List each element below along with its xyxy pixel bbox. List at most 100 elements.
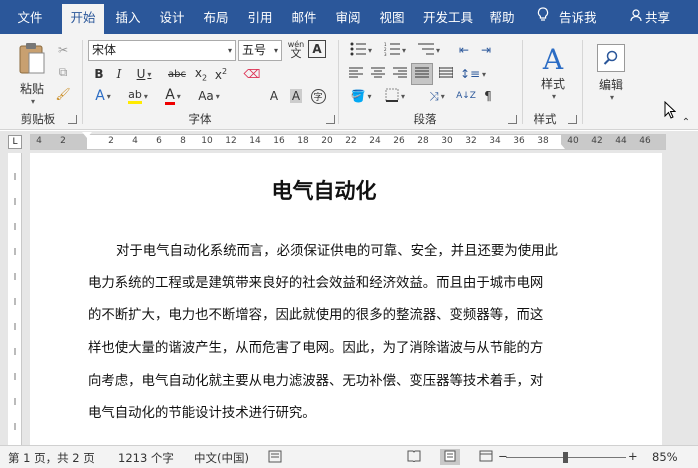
line-spacing-button[interactable]: ↕≡ ▾ — [458, 64, 488, 84]
vertical-scrollbar[interactable] — [684, 153, 698, 445]
highlight-button[interactable]: ab ▾ — [122, 86, 154, 106]
chevron-down-icon: ▾ — [367, 91, 372, 101]
underline-icon: U — [136, 67, 146, 81]
decrease-indent-button[interactable]: ⇤ — [454, 40, 474, 60]
align-center-icon — [371, 67, 385, 82]
bold-button[interactable]: B — [90, 64, 108, 84]
ruler-number: 10 — [201, 136, 213, 146]
font-launcher-icon[interactable] — [326, 115, 335, 124]
ruler-bar[interactable]: 4 2 2 4 6 8 10 12 14 16 18 20 22 24 26 2… — [30, 132, 666, 150]
ruler-number: 32 — [465, 136, 477, 146]
borders-button[interactable]: ▾ — [380, 86, 410, 106]
tab-references[interactable]: 引用 — [242, 0, 278, 34]
tab-design[interactable]: 设计 — [154, 0, 190, 34]
print-layout-button[interactable] — [440, 449, 460, 465]
italic-button[interactable]: I — [110, 64, 128, 84]
paragraph-line: 电气自动化的节能设计技术进行研究。 — [88, 406, 316, 421]
tab-layout[interactable]: 布局 — [198, 0, 234, 34]
web-layout-button[interactable] — [476, 449, 496, 465]
ruler-number: 20 — [321, 136, 333, 146]
tell-me-button[interactable]: 告诉我 — [537, 0, 597, 34]
justify-icon — [415, 67, 429, 82]
tab-insert[interactable]: 插入 — [110, 0, 146, 34]
change-case-button[interactable]: Aa ▾ — [192, 86, 226, 106]
ruler-number: 4 — [36, 136, 42, 146]
multilevel-list-button[interactable]: ▾ — [414, 40, 444, 60]
right-indent-marker[interactable] — [555, 143, 565, 149]
strikethrough-button[interactable]: abc — [166, 64, 188, 84]
text-effects-button[interactable]: A ▾ — [88, 86, 118, 106]
font-group-label: 字体 — [188, 112, 212, 126]
font-color-button[interactable]: A ▾ — [158, 86, 188, 106]
macro-record-icon[interactable] — [268, 450, 282, 466]
paragraph-launcher-icon[interactable] — [508, 115, 517, 124]
zoom-level[interactable]: 85% — [652, 450, 678, 464]
phonetic-guide-button[interactable]: wén 文 — [286, 39, 306, 59]
group-divider — [82, 40, 83, 124]
bullets-button[interactable]: ▾ — [346, 40, 376, 60]
align-left-button[interactable] — [346, 64, 366, 84]
tab-file[interactable]: 文件 — [10, 0, 50, 34]
font-name-combo[interactable]: 宋体 ▾ — [88, 40, 236, 61]
zoom-in-button[interactable]: + — [628, 449, 638, 463]
tab-selector[interactable]: L — [8, 135, 22, 149]
ruler-number: 34 — [489, 136, 501, 146]
sort-button[interactable]: A↓Z — [456, 86, 476, 106]
enclose-characters-button[interactable]: 字 — [308, 86, 328, 106]
share-button[interactable]: 共享 — [630, 0, 670, 34]
horizontal-ruler: L 4 2 2 4 6 8 10 12 14 16 18 20 22 24 26… — [0, 131, 698, 153]
styles-button[interactable]: A 样式 ▾ — [530, 40, 576, 106]
share-label: 共享 — [645, 10, 671, 25]
page-count[interactable]: 第 1 页，共 2 页 — [8, 450, 95, 466]
justify-button[interactable] — [411, 63, 433, 85]
web-layout-icon — [479, 450, 493, 465]
tab-help[interactable]: 帮助 — [484, 0, 520, 34]
paragraph-line: 对于电气自动化系统而言，必须保证供电的可靠、安全，并且还要为使用此 — [116, 244, 558, 259]
tab-developer[interactable]: 开发工具 — [418, 0, 478, 34]
increase-indent-button[interactable]: ⇥ — [476, 40, 496, 60]
tell-me-label: 告诉我 — [559, 10, 597, 25]
character-border-button[interactable]: A — [308, 40, 326, 58]
show-marks-button[interactable]: ¶ — [478, 86, 498, 106]
tab-review[interactable]: 审阅 — [330, 0, 366, 34]
ruler-number: 26 — [393, 136, 405, 146]
subscript-button[interactable]: x2 — [192, 64, 210, 84]
tab-view[interactable]: 视图 — [374, 0, 410, 34]
cut-button[interactable]: ✂ — [54, 40, 72, 60]
font-size-combo[interactable]: 五号 ▾ — [238, 40, 282, 61]
shading-button[interactable]: 🪣 ▾ — [346, 86, 376, 106]
zoom-out-button[interactable]: − — [498, 449, 508, 463]
align-right-icon — [393, 67, 407, 82]
zoom-slider-thumb[interactable] — [563, 452, 568, 463]
ruler-number: 24 — [369, 136, 381, 146]
collapse-ribbon-button[interactable]: ⌃ — [678, 112, 694, 132]
superscript-button[interactable]: x2 — [212, 64, 230, 84]
chevron-down-icon: ▾ — [482, 69, 487, 79]
clipboard-launcher-icon[interactable] — [68, 115, 77, 124]
copy-button[interactable]: ⧉ — [54, 62, 72, 82]
align-center-button[interactable] — [368, 64, 388, 84]
document-page[interactable]: 电气自动化 对于电气自动化系统而言，必须保证供电的可靠、安全，并且还要为使用此 … — [30, 153, 662, 445]
clear-formatting-button[interactable]: ⌫ — [242, 64, 262, 84]
grow-font-button[interactable]: A — [264, 86, 284, 106]
styles-launcher-icon[interactable] — [568, 115, 577, 124]
language-indicator[interactable]: 中文(中国) — [194, 450, 249, 466]
person-icon — [630, 0, 642, 36]
numbering-button[interactable]: 1 2 3 ▾ — [380, 40, 410, 60]
word-count[interactable]: 1213 个字 — [118, 450, 174, 466]
tab-mailings[interactable]: 邮件 — [286, 0, 322, 34]
character-shading-button[interactable]: A — [286, 86, 306, 106]
read-mode-button[interactable] — [404, 449, 424, 465]
distributed-button[interactable] — [436, 64, 456, 84]
paste-label: 粘贴 — [19, 81, 44, 96]
tab-home[interactable]: 开始 — [62, 4, 104, 38]
format-painter-button[interactable]: 🖌 — [54, 84, 72, 104]
align-right-button[interactable] — [390, 64, 410, 84]
ruler-number: 36 — [513, 136, 525, 146]
first-line-indent-marker[interactable] — [82, 132, 92, 138]
paste-button[interactable]: 粘贴 ▾ — [12, 40, 52, 106]
editing-button[interactable]: 编辑 ▾ — [590, 40, 632, 106]
multilevel-list-icon — [417, 42, 434, 59]
chinese-layout-button[interactable]: ⤨ ▾ — [422, 86, 452, 106]
underline-button[interactable]: U ▾ — [132, 64, 156, 84]
